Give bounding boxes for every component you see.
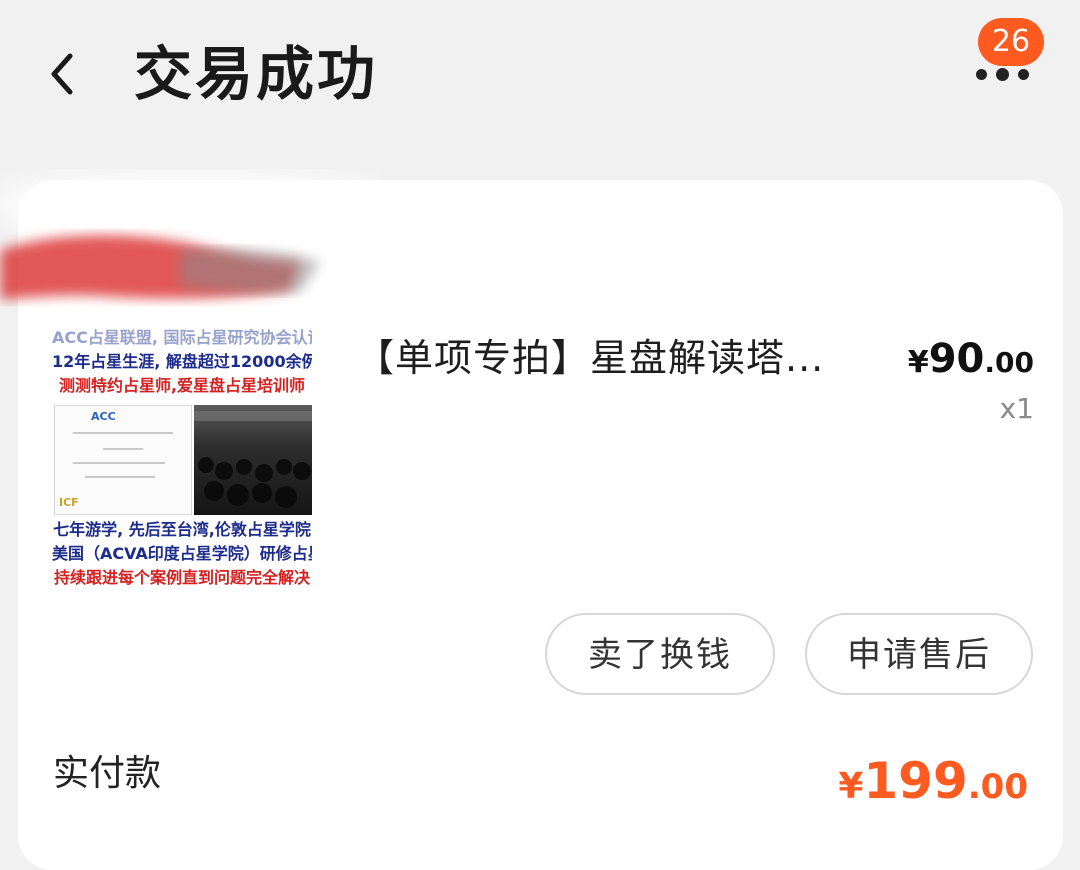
thumb-line-1: ACC占星联盟, 国际占星研究协会认证: [52, 328, 312, 347]
thumb-line-6: 持续跟进每个案例直到问题完全解决: [53, 568, 310, 587]
after-sales-button[interactable]: 申请售后: [805, 613, 1033, 695]
acc-logo: ACC: [91, 410, 116, 423]
thumb-line-2: 12年占星生涯, 解盘超过12000余例: [52, 352, 312, 371]
chevron-left-icon: [51, 53, 73, 95]
paid-amount-label: 实付款: [53, 753, 162, 794]
total-currency: ¥: [838, 766, 864, 807]
product-thumbnail[interactable]: ACC占星联盟, 国际占星研究协会认证 12年占星生涯, 解盘超过12000余例…: [52, 325, 312, 587]
price-currency: ¥: [907, 345, 929, 380]
classroom-photo: [194, 405, 312, 515]
icf-logo: ICF: [59, 496, 79, 509]
certificate-image: ACC ICF: [54, 405, 192, 515]
page-title: 交易成功: [134, 40, 379, 108]
total-integer: 199: [863, 752, 968, 810]
item-quantity: x1: [999, 392, 1034, 425]
thumb-line-3: 测测特约占星师,爱星盘占星培训师: [58, 376, 306, 395]
item-price: ¥90.00: [908, 334, 1034, 392]
price-integer: 90: [928, 336, 985, 382]
thumb-line-4: 七年游学, 先后至台湾,伦敦占星学院: [53, 520, 311, 539]
more-button[interactable]: 26: [966, 10, 1056, 90]
notification-badge: 26: [978, 18, 1044, 66]
back-button[interactable]: [40, 42, 90, 102]
sell-for-cash-button[interactable]: 卖了换钱: [545, 613, 775, 695]
price-decimal: .00: [984, 346, 1034, 379]
product-title[interactable]: 【单项专拍】星盘解读塔...: [356, 330, 824, 386]
total-decimal: .00: [967, 767, 1028, 807]
paid-amount: ¥199.00: [838, 748, 1028, 826]
more-dots-icon: [976, 68, 1029, 81]
thumb-line-5: 美国（ACVA印度占星学院）研修占星: [52, 544, 312, 563]
